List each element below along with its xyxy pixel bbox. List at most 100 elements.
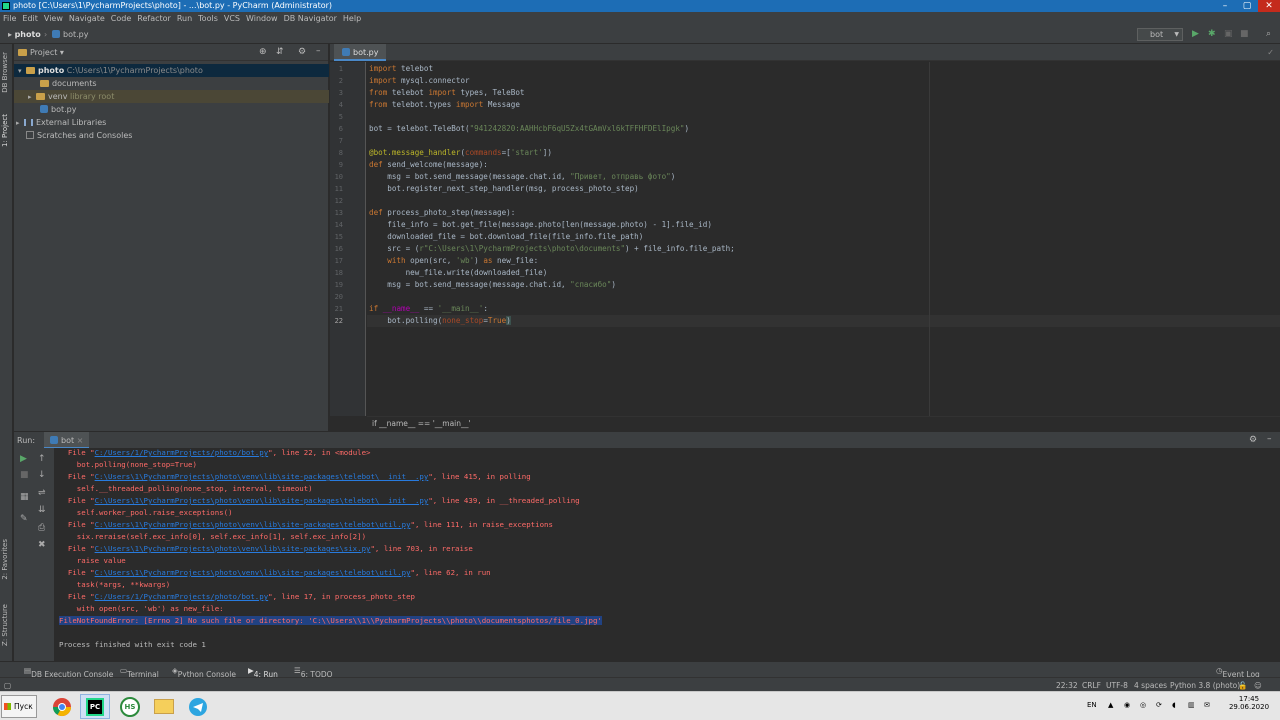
project-view-select[interactable]: Project ▾: [18, 48, 64, 57]
tool-todo[interactable]: ☰ 6: TODO: [294, 666, 333, 679]
search-icon[interactable]: ⌕: [1266, 29, 1271, 39]
breadcrumb-file[interactable]: bot.py: [52, 30, 88, 39]
editor-breadcrumb[interactable]: if __name__ == '__main__': [367, 416, 1280, 430]
file-link[interactable]: C:\Users\1\PycharmProjects\photo\venv\li…: [95, 568, 411, 577]
language-indicator[interactable]: EN: [1087, 701, 1097, 709]
tree-item-documents[interactable]: documents: [14, 77, 329, 90]
soft-wrap-icon[interactable]: ⇌: [38, 488, 46, 498]
tray-sync-icon[interactable]: ⟳: [1156, 701, 1162, 709]
window-title: photo [C:\Users\1\PycharmProjects\photo]…: [13, 1, 333, 10]
scroll-up-icon[interactable]: ↑: [38, 454, 46, 464]
breadcrumb-project[interactable]: ▸ photo: [8, 30, 41, 39]
coverage-icon[interactable]: ▣: [1224, 29, 1233, 39]
collapse-icon[interactable]: ⇵: [276, 47, 284, 57]
menu-edit[interactable]: Edit: [22, 14, 38, 23]
start-button[interactable]: Пуск: [1, 695, 37, 718]
scroll-down-icon[interactable]: ↓: [38, 470, 46, 480]
db-browser-tab[interactable]: DB Browser: [1, 52, 9, 93]
favorites-tool-tab[interactable]: 2: Favorites: [1, 539, 9, 580]
project-tool-tab[interactable]: 1: Project: [1, 114, 9, 147]
toggle-tool-windows-icon[interactable]: ▢: [4, 681, 11, 690]
telegram-icon[interactable]: [183, 694, 213, 719]
python-interpreter[interactable]: Python 3.8 (photo): [1170, 681, 1240, 690]
rerun-icon[interactable]: ▶: [20, 454, 27, 464]
pin-icon[interactable]: ✎: [20, 514, 28, 524]
tray-app-icon[interactable]: ◉: [1124, 701, 1130, 709]
tool-terminal[interactable]: ▭ Terminal: [120, 666, 159, 679]
lock-icon[interactable]: 🔓: [1238, 681, 1247, 690]
run-console[interactable]: File "C:/Users/1/PycharmProjects/photo/b…: [54, 448, 1280, 661]
file-link[interactable]: C:\Users\1\PycharmProjects\photo\venv\li…: [95, 520, 411, 529]
line-number: 19: [334, 281, 343, 289]
menu-window[interactable]: Window: [246, 14, 278, 23]
code-editor[interactable]: import telebot import mysql.connector fr…: [367, 62, 1280, 416]
scroll-end-icon[interactable]: ⇊: [38, 505, 46, 515]
caret-position[interactable]: 22:32: [1056, 681, 1078, 690]
indent-setting[interactable]: 4 spaces: [1134, 681, 1167, 690]
menu-vcs[interactable]: VCS: [224, 14, 240, 23]
menu-run[interactable]: Run: [177, 14, 192, 23]
hs-app-icon[interactable]: HS: [115, 694, 145, 719]
close-tab-icon[interactable]: ×: [77, 436, 84, 445]
close-icon[interactable]: ✕: [1258, 0, 1280, 12]
tree-item-venv[interactable]: ▸ venv library root: [14, 90, 329, 103]
menu-file[interactable]: File: [3, 14, 16, 23]
file-link[interactable]: C:/Users/1/PycharmProjects/photo/bot.py: [95, 592, 269, 601]
hide-icon[interactable]: –: [316, 46, 321, 56]
tree-item-scratches[interactable]: Scratches and Consoles: [14, 129, 329, 142]
stop-icon[interactable]: ■: [20, 470, 29, 480]
print-icon[interactable]: ⎙: [38, 523, 45, 533]
run-config-select[interactable]: bot ▼: [1137, 28, 1183, 41]
network-icon[interactable]: ▥: [1188, 701, 1195, 709]
menu-db-navigator[interactable]: DB Navigator: [284, 14, 337, 23]
chrome-icon[interactable]: [47, 694, 77, 719]
tree-item-external-libraries[interactable]: ▸ External Libraries: [14, 116, 329, 129]
breadcrumb-separator: ›: [44, 30, 48, 39]
run-tab-bot[interactable]: bot ×: [44, 432, 90, 449]
window-controls: – ▢ ✕: [1214, 0, 1280, 12]
tool-db-execution-console[interactable]: ▤ DB Execution Console: [24, 666, 113, 679]
scratch-icon: [26, 131, 34, 139]
hide-icon[interactable]: –: [1267, 434, 1272, 444]
line-number: 2: [338, 77, 343, 85]
file-link[interactable]: C:\Users\1\PycharmProjects\photo\venv\li…: [95, 544, 371, 553]
menu-view[interactable]: View: [44, 14, 63, 23]
tool-run[interactable]: ▶ 4: Run: [248, 666, 278, 679]
clock[interactable]: 17:45 29.06.2020: [1228, 695, 1270, 711]
file-encoding[interactable]: UTF-8: [1106, 681, 1128, 690]
notification-icon[interactable]: ✉: [1204, 701, 1210, 709]
tree-root[interactable]: ▾ photo C:\Users\1\PycharmProjects\photo: [14, 64, 329, 77]
file-link[interactable]: C:\Users\1\PycharmProjects\photo\venv\li…: [95, 496, 429, 505]
volume-icon[interactable]: ◖: [1172, 701, 1176, 709]
debug-icon[interactable]: ✱: [1208, 29, 1216, 39]
line-separator[interactable]: CRLF: [1082, 681, 1101, 690]
explorer-icon[interactable]: [149, 694, 179, 719]
menu-help[interactable]: Help: [343, 14, 361, 23]
tray-network-icon[interactable]: ◎: [1140, 701, 1146, 709]
menu-refactor[interactable]: Refactor: [137, 14, 171, 23]
tool-python-console[interactable]: ◈ Python Console: [172, 666, 236, 679]
maximize-icon[interactable]: ▢: [1236, 0, 1258, 12]
structure-tool-tab[interactable]: Z: Structure: [1, 604, 9, 646]
gear-icon[interactable]: ⚙: [1249, 435, 1257, 445]
python-file-icon: [40, 105, 48, 113]
menu-code[interactable]: Code: [111, 14, 131, 23]
menu-navigate[interactable]: Navigate: [69, 14, 105, 23]
run-icon[interactable]: ▶: [1192, 29, 1199, 39]
trash-icon[interactable]: ✖: [38, 540, 46, 550]
inspector-icon[interactable]: ☺: [1254, 681, 1262, 690]
tool-event-log[interactable]: ◷ Event Log: [1216, 666, 1260, 679]
pycharm-taskbar-icon[interactable]: PC: [80, 694, 110, 719]
file-link[interactable]: C:/Users/1/PycharmProjects/photo/bot.py: [95, 448, 269, 457]
code-line: def process_photo_step(message):: [369, 208, 516, 217]
tree-item-botpy[interactable]: bot.py: [14, 103, 329, 116]
gear-icon[interactable]: ⚙: [298, 47, 306, 57]
layout-icon[interactable]: ▦: [20, 492, 29, 502]
tray-expand-icon[interactable]: ▲: [1108, 701, 1113, 709]
stop-icon[interactable]: ■: [1240, 29, 1249, 39]
minimize-icon[interactable]: –: [1214, 0, 1236, 12]
locate-icon[interactable]: ⊕: [259, 47, 267, 57]
tab-botpy[interactable]: bot.py: [334, 44, 387, 61]
menu-tools[interactable]: Tools: [198, 14, 218, 23]
file-link[interactable]: C:\Users\1\PycharmProjects\photo\venv\li…: [95, 472, 429, 481]
